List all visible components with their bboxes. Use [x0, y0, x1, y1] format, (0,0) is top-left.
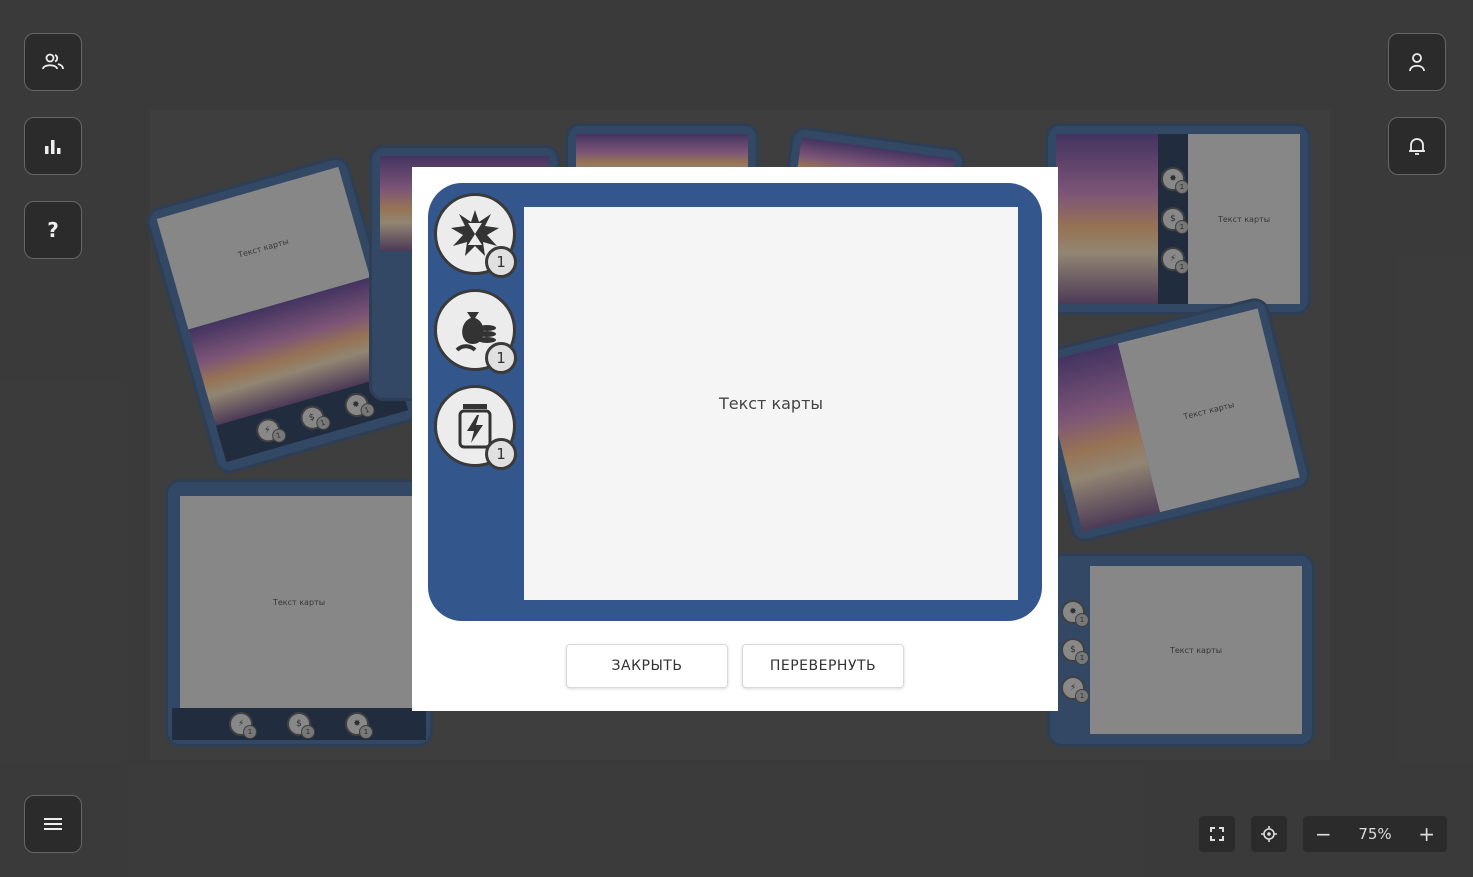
menu-button[interactable]	[24, 795, 82, 853]
resource-count: 1	[485, 342, 517, 374]
user-icon	[1409, 53, 1425, 72]
close-button[interactable]: ЗАКРЫТЬ	[566, 644, 728, 688]
stats-button[interactable]	[24, 117, 82, 175]
zoom-level: 75%	[1358, 825, 1392, 843]
enlarged-card: 1 1 1 Текст карты	[428, 183, 1042, 621]
center-view-button[interactable]	[1251, 816, 1287, 852]
card-text: Текст карты	[718, 394, 824, 413]
bar-chart-icon	[45, 140, 61, 154]
card-modal: 1 1 1 Текст карты ЗАКРЫТЬ ПЕРЕВЕРНУТЬ	[412, 167, 1058, 711]
profile-button[interactable]	[1388, 33, 1446, 91]
users-icon	[42, 53, 64, 70]
help-button[interactable]: ?	[24, 201, 82, 259]
zoom-in-button[interactable]: +	[1418, 822, 1435, 846]
notifications-button[interactable]	[1388, 117, 1446, 175]
zoom-control: − 75% +	[1303, 816, 1447, 852]
hamburger-icon	[44, 818, 62, 830]
zoom-out-button[interactable]: −	[1315, 822, 1332, 846]
resource-count: 1	[485, 438, 517, 470]
help-label: ?	[47, 218, 59, 242]
resource-badge: 1	[434, 385, 517, 470]
card-text-area: Текст карты	[524, 207, 1018, 600]
resource-badge: 1	[434, 289, 517, 374]
fullscreen-button[interactable]	[1199, 816, 1235, 852]
resource-badge: 1	[434, 193, 517, 278]
flip-button[interactable]: ПЕРЕВЕРНУТЬ	[742, 644, 904, 688]
bell-icon	[1409, 138, 1425, 155]
resource-count: 1	[485, 246, 517, 278]
fullscreen-icon	[1210, 827, 1224, 841]
players-button[interactable]	[24, 33, 82, 91]
target-icon	[1261, 826, 1277, 842]
